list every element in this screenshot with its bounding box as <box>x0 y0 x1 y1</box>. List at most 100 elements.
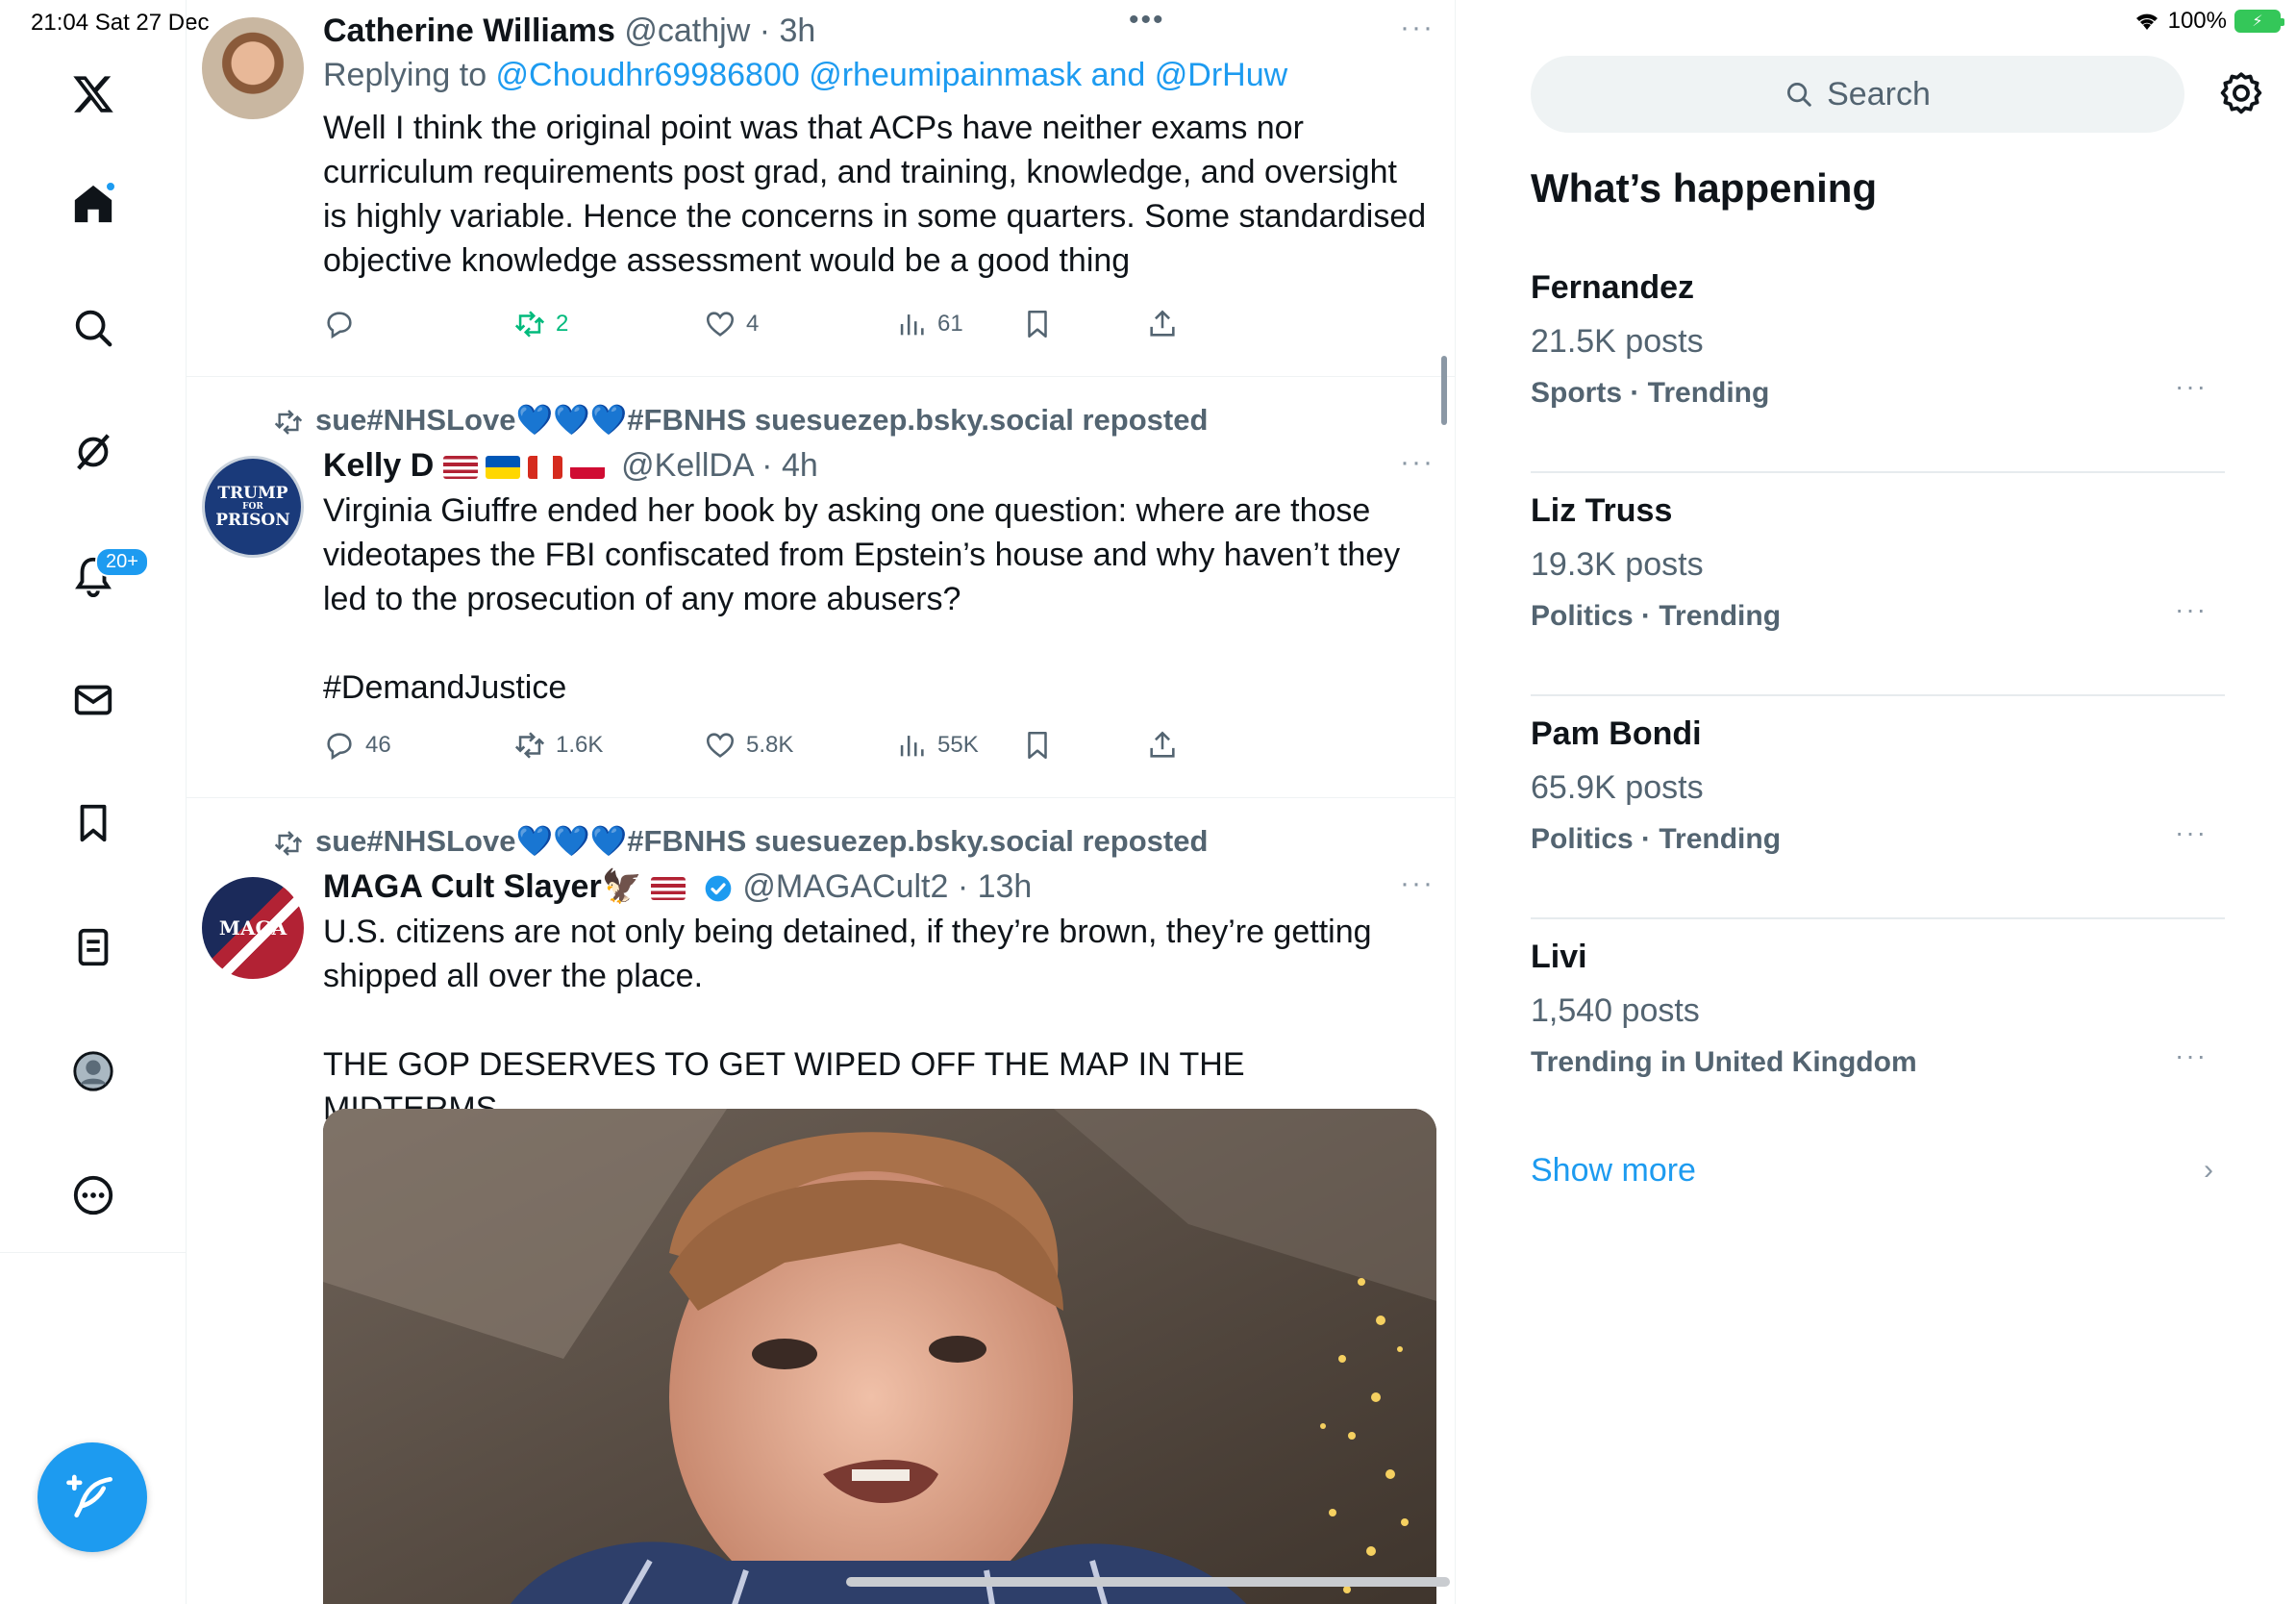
reposter-name[interactable]: sue#NHSLove <box>315 403 515 437</box>
bookmark-button[interactable] <box>1021 729 1054 762</box>
home-icon[interactable] <box>59 169 128 238</box>
bookmark-button[interactable] <box>1021 308 1054 340</box>
trend-item[interactable]: Pam Bondi 65.9K posts Politics · Trendin… <box>1531 696 2225 919</box>
search-icon <box>1787 83 1811 107</box>
avatar[interactable] <box>202 17 304 119</box>
show-more-link[interactable]: Show more <box>1531 1152 1696 1190</box>
trend-item[interactable]: Fernandez 21.5K posts Sports · Trending … <box>1531 250 2225 473</box>
like-count: 5.8K <box>746 732 794 758</box>
like-button[interactable]: 4 <box>704 308 759 340</box>
feed-scrollbar[interactable] <box>1441 356 1447 425</box>
views-button[interactable]: 55K <box>895 729 979 762</box>
profile-icon[interactable] <box>59 1037 128 1106</box>
gear-icon[interactable] <box>2217 69 2265 117</box>
compose-button[interactable] <box>37 1442 147 1552</box>
tweet-actions: 46 1.6K 5.8K 55K <box>323 729 1236 777</box>
heart-icon <box>706 733 735 758</box>
reposter-name[interactable]: sue#NHSLove <box>315 824 515 858</box>
author-handle-time[interactable]: @KellDA · 4h <box>621 447 818 484</box>
hashtag-link[interactable]: #DemandJustice <box>323 665 1427 710</box>
tweet-text: Virginia Giuffre ended her book by askin… <box>323 492 1401 617</box>
repost-button[interactable]: 2 <box>513 308 568 340</box>
trend-more-button[interactable]: ··· <box>2175 817 2208 848</box>
views-icon <box>900 736 924 757</box>
tweet-text: Well I think the original point was that… <box>323 110 1427 279</box>
repost-icon <box>514 732 545 759</box>
reply-count: 46 <box>365 732 391 758</box>
tweet-more-button[interactable]: ··· <box>1400 867 1435 900</box>
notification-badge: 20+ <box>95 547 149 577</box>
author-handle-time[interactable]: @MAGACult2 · 13h <box>742 868 1032 905</box>
reply-handles-link[interactable]: @Choudhr69986800 @rheumipainmask and @Dr… <box>496 57 1288 93</box>
trend-item[interactable]: Livi 1,540 posts Trending in United King… <box>1531 919 2225 1142</box>
trend-item[interactable]: Liz Truss 19.3K posts Politics · Trendin… <box>1531 473 2225 696</box>
right-sidebar: Search What’s happening Fernandez 21.5K … <box>1456 0 2296 1604</box>
chevron-right-icon: › <box>2204 1154 2213 1186</box>
author-name[interactable]: Catherine Williams <box>323 13 615 49</box>
tweet-video[interactable] <box>323 1109 1436 1604</box>
tweet-text: U.S. citizens are not only being detaine… <box>323 914 1372 994</box>
repost-icon <box>514 311 545 338</box>
tweet-more-button[interactable]: ··· <box>1400 12 1435 44</box>
trend-more-button[interactable]: ··· <box>2175 1040 2208 1071</box>
bookmark-icon[interactable] <box>59 789 128 858</box>
tweet-kelly-d[interactable]: sue#NHSLove💙💙💙#FBNHS suesuezep.bsky.soci… <box>187 377 1455 798</box>
reply-button[interactable] <box>323 308 365 340</box>
video-frame <box>323 1109 1436 1604</box>
repost-context: sue#NHSLove💙💙💙#FBNHS suesuezep.bsky.soci… <box>273 402 1208 438</box>
more-circle-icon[interactable] <box>59 1161 128 1230</box>
trend-name: Livi <box>1531 939 1587 975</box>
share-button[interactable] <box>1146 729 1179 762</box>
reposter-rest: #FBNHS suesuezep.bsky.social reposted <box>627 824 1209 858</box>
bell-icon[interactable]: 20+ <box>59 541 149 611</box>
home-indicator-bar[interactable] <box>846 1577 1450 1587</box>
trend-category: Politics · Trending <box>1531 600 1782 632</box>
flag-us-icon <box>651 877 686 901</box>
search-icon[interactable] <box>59 293 128 363</box>
views-button[interactable]: 61 <box>895 308 963 340</box>
tweet-catherine-williams[interactable]: Catherine Williams @cathjw · 3h Replying… <box>187 0 1455 377</box>
author-name[interactable]: Kelly D <box>323 447 434 484</box>
flag-canada-icon <box>527 456 562 480</box>
share-icon <box>1150 310 1175 337</box>
reposter-rest: #FBNHS suesuezep.bsky.social reposted <box>627 403 1209 437</box>
search-bar[interactable]: Search <box>1531 56 2184 133</box>
trend-category: Trending in United Kingdom <box>1531 1046 1917 1078</box>
tweet-header: Kelly D @KellDA · 4h <box>323 446 1427 485</box>
trend-name: Pam Bondi <box>1531 715 1702 752</box>
share-button[interactable] <box>1146 308 1179 340</box>
tweet-more-button[interactable]: ··· <box>1400 446 1435 479</box>
list-icon[interactable] <box>59 913 128 982</box>
envelope-icon[interactable] <box>59 665 128 735</box>
reply-button[interactable]: 46 <box>323 729 391 762</box>
flag-ukraine-icon <box>485 456 520 480</box>
avatar-text: MAGA <box>218 916 287 940</box>
tweet-actions: 2 4 61 <box>323 308 1236 356</box>
trend-count: 21.5K posts <box>1531 323 1704 360</box>
whats-happening-title: What’s happening <box>1531 165 1878 211</box>
trend-more-button[interactable]: ··· <box>2175 594 2208 625</box>
repost-button[interactable]: 1.6K <box>513 729 603 762</box>
trend-more-button[interactable]: ··· <box>2175 371 2208 402</box>
views-icon <box>900 314 924 336</box>
home-unread-dot <box>105 181 116 192</box>
reposter-hearts: 💙💙💙 <box>515 403 628 437</box>
eagle-emoji: 🦅 <box>601 868 643 905</box>
heart-icon <box>706 312 735 337</box>
x-logo-icon[interactable] <box>59 60 128 129</box>
author-name[interactable]: MAGA Cult Slayer <box>323 868 602 905</box>
avatar-text-trump: TRUMP <box>217 484 288 503</box>
reply-context: Replying to @Choudhr69986800 @rheumipain… <box>323 54 1427 96</box>
avatar[interactable]: MAGA <box>202 877 304 979</box>
repost-icon <box>274 409 303 435</box>
like-button[interactable]: 5.8K <box>704 729 793 762</box>
author-handle-time[interactable]: @cathjw · 3h <box>624 13 815 49</box>
trend-category: Politics · Trending <box>1531 823 1782 855</box>
like-count: 4 <box>746 311 760 337</box>
grok-icon[interactable] <box>59 417 128 487</box>
repost-count: 2 <box>556 311 569 337</box>
avatar[interactable]: TRUMP FOR PRISON <box>202 456 304 558</box>
search-placeholder: Search <box>1827 75 1931 113</box>
flag-greenland-icon <box>569 456 605 480</box>
left-navigation: 20+ <box>0 0 187 1253</box>
